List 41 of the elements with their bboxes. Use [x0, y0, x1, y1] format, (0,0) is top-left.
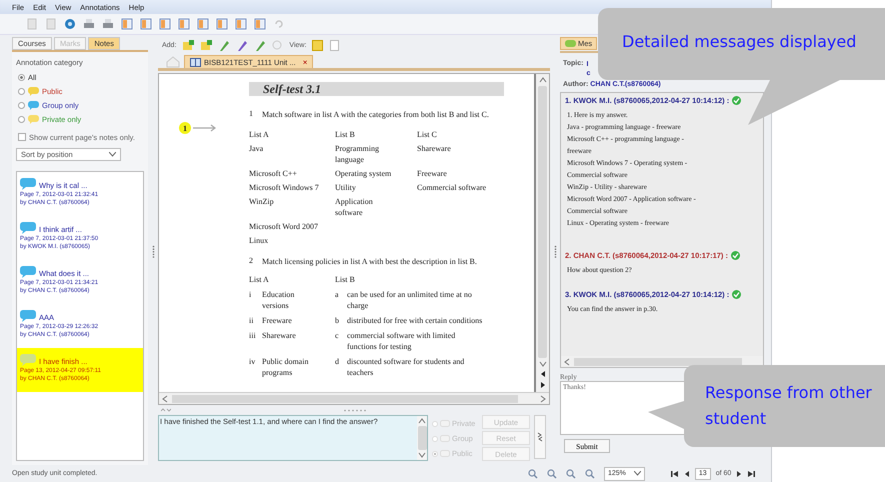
- section-heading: Self-test 3.1: [249, 82, 504, 96]
- question-number: 2: [249, 256, 254, 267]
- item-mark: iii: [249, 330, 257, 342]
- table-cell: distributed for free with certain conditions: [347, 315, 483, 326]
- item-mark: d: [335, 356, 340, 368]
- table-cell-text: can be used for an unlimited time at no charge: [347, 289, 473, 311]
- table-cell-text: commercial software with limited functions for testing: [347, 330, 456, 352]
- table-cell-text: WinZip: [249, 196, 275, 208]
- column-heading: List C: [417, 129, 438, 140]
- question-text: Match licensing policies in list A with best the description in list B.: [262, 256, 477, 267]
- column-heading: List A: [249, 129, 270, 140]
- table-cell-text: Operating system: [335, 168, 392, 179]
- table-cell-text: Microsoft Word 2007: [249, 221, 319, 232]
- item-mark: ii: [249, 315, 254, 326]
- table-cell-text: Freeware: [417, 168, 448, 179]
- table-cell-text: Education versions: [262, 289, 296, 311]
- table-cell-text: Shareware: [417, 143, 452, 155]
- item-mark: iv: [249, 356, 256, 368]
- table-cell-text: discounted software for students and teachers: [347, 356, 466, 378]
- callout-text: Detailed messages displayed: [622, 32, 856, 51]
- callout-text: Response from other student: [705, 382, 873, 430]
- item-mark: a: [335, 289, 340, 301]
- table-cell-text: Programming language: [335, 143, 380, 165]
- question-number: 1: [249, 109, 254, 120]
- column-heading: List B: [335, 129, 356, 140]
- column-heading: List B: [335, 274, 356, 285]
- table-cell-text: Freeware: [262, 315, 293, 326]
- item-mark: c: [335, 330, 340, 342]
- table-cell-text: Microsoft Windows 7: [249, 182, 320, 193]
- item-mark: i: [249, 289, 252, 301]
- table-cell-text: Application software: [335, 196, 374, 218]
- table-cell-text: Public domain programs: [262, 356, 310, 378]
- table-cell-text: Linux: [249, 235, 270, 246]
- question-text: Match software in list A with the categories from both list B and list C.: [262, 109, 489, 120]
- table-cell-text: Microsoft C++: [249, 168, 298, 179]
- item-mark: b: [335, 315, 340, 326]
- table-cell-text: Shareware: [262, 330, 297, 342]
- table-cell-text: Commercial software: [417, 182, 488, 193]
- table-cell-text: Java: [249, 143, 264, 155]
- table-cell-text: Utility: [335, 182, 357, 193]
- column-heading: List A: [249, 274, 270, 285]
